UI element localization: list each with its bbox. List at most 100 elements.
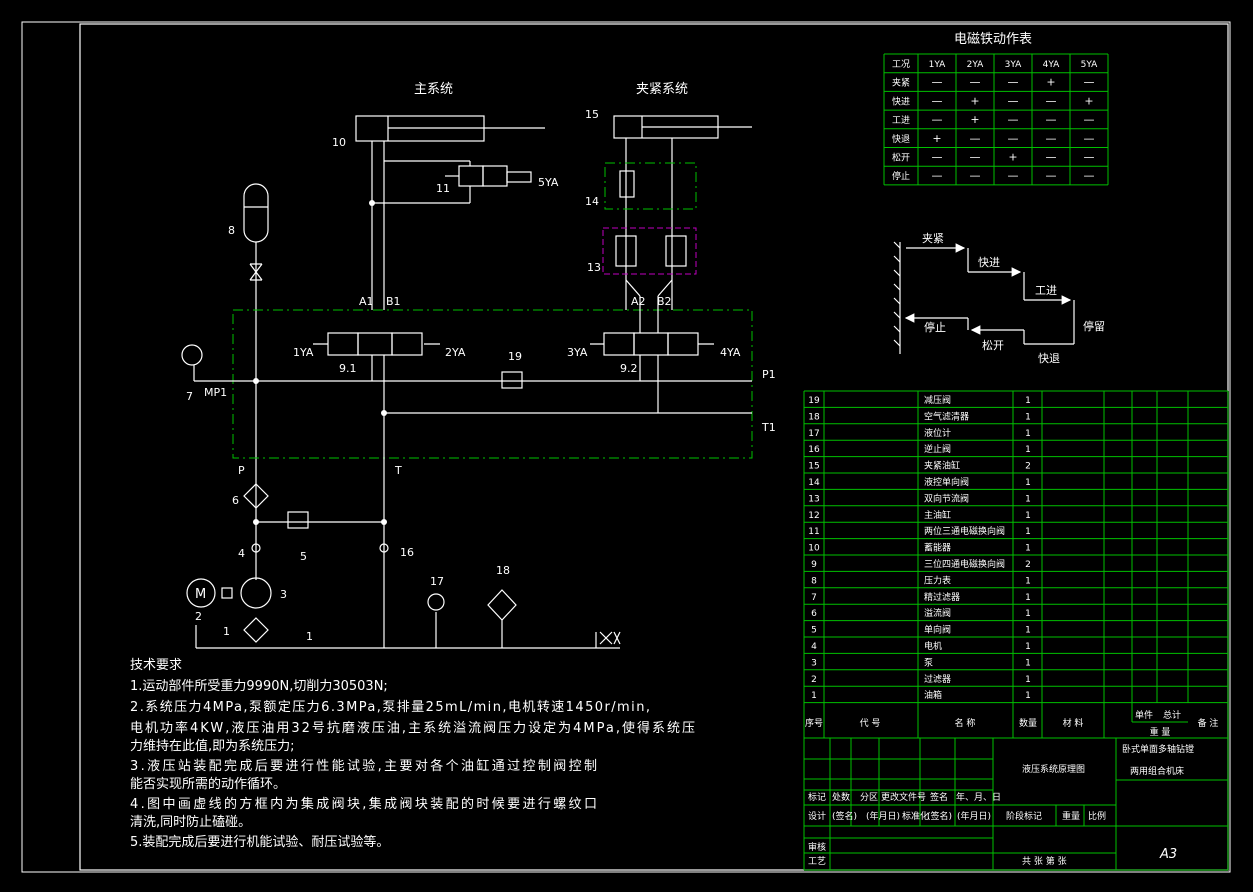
part-name: 主油缸: [924, 509, 951, 521]
table-cell: 工进: [892, 115, 910, 126]
title-date_paren: (年月日): [866, 810, 900, 822]
part-number: 10: [808, 544, 820, 554]
title-weight: 重量: [1062, 810, 1080, 822]
title-drawing_name: 液压系统原理图: [1022, 763, 1085, 775]
cycle-clamp: 夹紧: [922, 232, 944, 245]
part-qty: 1: [1025, 478, 1031, 488]
clamp-cylinder: [613, 115, 752, 310]
part-qty: 1: [1025, 412, 1031, 422]
part-name: 两位三通电磁换向阀: [924, 525, 1005, 537]
clamp-system-title: 夹紧系统: [636, 82, 688, 97]
part-name: 三位四通电磁换向阀: [924, 558, 1005, 570]
relief-6: [287, 511, 309, 529]
hydraulic-drawing: 主系统 夹紧系统 10 11 5YA 8 A1 B1 1YA 2YA 9.1 1…: [21, 21, 1231, 873]
part-number: 14: [808, 478, 820, 488]
throttle-block: [602, 227, 697, 275]
part-qty: 2: [1025, 462, 1031, 472]
component-number-1: 1: [306, 630, 313, 643]
part-qty: 1: [1025, 609, 1031, 619]
title-zone: 分区: [860, 792, 878, 803]
title-design: 设计: [808, 810, 826, 822]
component-number-10: 8: [228, 224, 235, 237]
table-cell: —: [1008, 94, 1019, 107]
label-2ya: 2YA: [445, 346, 466, 359]
title-review: 审核: [808, 841, 826, 853]
part-name: 溢流阀: [924, 607, 951, 619]
table-cell: —: [1046, 132, 1057, 145]
cycle-stop: 停止: [924, 320, 946, 334]
title-block: 标记 处数 分区 更改文件号 签名 年、月、日设计 (签名) (年月日) 标准化(签名) (年月日…: [803, 737, 1229, 871]
table-cell: 快退: [892, 133, 910, 145]
label-1ya: 1YA: [293, 346, 314, 359]
part-name: 夹紧油缸: [924, 460, 960, 472]
cycle-work-feed: 工进: [1035, 284, 1057, 297]
title-sign-paren-2: (签名): [927, 810, 952, 822]
table-header-5: 5YA: [1081, 60, 1099, 70]
title-sheets: 共 张 第 张: [1022, 855, 1067, 867]
part-name: 逆止阀: [924, 443, 951, 455]
table-cell: —: [1046, 94, 1057, 107]
part-qty: 1: [1025, 691, 1031, 701]
parts-list: 19 减压阀 118 空气滤清器 117 液位计 116 逆止阀 115 夹紧油缸 214 液控单向阀…: [803, 390, 1229, 738]
table-cell: —: [932, 76, 943, 89]
part-number: 16: [808, 445, 820, 455]
part-number: 3: [811, 658, 817, 668]
part-qty: 1: [1025, 527, 1031, 537]
part-qty: 1: [1025, 675, 1031, 685]
title-process: 工艺: [808, 856, 826, 867]
table-cell: —: [932, 151, 943, 164]
table-header-0: 工况: [892, 59, 910, 70]
component-number-6: 5: [300, 550, 307, 563]
component-number-14: 14: [585, 195, 599, 208]
part-number: 18: [808, 412, 820, 422]
label-4ya: 4YA: [720, 346, 741, 359]
pipelines: [194, 355, 752, 649]
part-number: 5: [811, 626, 817, 636]
part-number: 13: [808, 494, 819, 504]
part-name: 泵: [924, 657, 933, 668]
cycle-release: 松开: [982, 338, 1004, 352]
title-change_doc: 更改文件号: [881, 791, 926, 803]
label-3ya: 3YA: [567, 346, 588, 359]
label-9-2: 9.2: [620, 362, 638, 375]
title-date-paren-2: (年月日): [957, 810, 991, 822]
table-cell: +: [970, 113, 979, 126]
part-qty: 1: [1025, 429, 1031, 439]
tech-line-3: 电机功率4KW,液压油用32号抗磨液压油,主系统溢流阀压力设定为4MPa,使得系…: [130, 720, 695, 736]
part-number: 4: [811, 642, 817, 652]
level-gauge: [427, 593, 445, 611]
filter-2: [243, 617, 269, 643]
part-number: 2: [811, 675, 817, 685]
component-number-15: 15: [585, 108, 599, 121]
title-count: 处数: [832, 791, 850, 803]
component-number-7: 6: [232, 494, 239, 507]
relief-19: [501, 371, 523, 389]
part-name: 油箱: [924, 689, 942, 701]
tech-line-5: 3.液压站装配完成后要进行性能试验,主要对各个油缸通过控制阀控制: [130, 758, 597, 774]
table-header-4: 4YA: [1043, 60, 1061, 70]
tech-requirements: 技术要求 1.运动部件所受重力9990N,切削力30503N; 2.系统压力4M…: [130, 658, 695, 850]
tech-line-4: 力维持在此值,即为系统压力;: [130, 738, 295, 754]
title-scale: 比例: [1088, 810, 1106, 822]
table-cell: —: [1046, 151, 1057, 164]
part-number: 9: [811, 560, 817, 570]
component-number-16: 16: [400, 546, 414, 559]
valve-9-1: [313, 332, 440, 356]
component-number-13: 13: [587, 261, 601, 274]
part-qty: 2: [1025, 560, 1031, 570]
label-9-1: 9.1: [339, 362, 357, 375]
table-cell: +: [1008, 151, 1017, 164]
component-number-18: 18: [496, 564, 510, 577]
part-qty: 1: [1025, 658, 1031, 668]
component-number-19: 19: [508, 350, 522, 363]
pressure-gauge: [181, 344, 203, 366]
title-machine_line1: 卧式单面多轴钻镗: [1122, 743, 1194, 755]
part-qty: 1: [1025, 494, 1031, 504]
part-number: 19: [808, 396, 820, 406]
table-cell: —: [970, 169, 981, 182]
table-cell: —: [970, 151, 981, 164]
label-t1: T1: [761, 421, 776, 434]
list-header-material: 材 料: [1063, 717, 1084, 729]
cycle-fast-forward: 快进: [978, 256, 1000, 269]
tech-line-1: 1.运动部件所受重力9990N,切削力30503N;: [130, 678, 388, 694]
